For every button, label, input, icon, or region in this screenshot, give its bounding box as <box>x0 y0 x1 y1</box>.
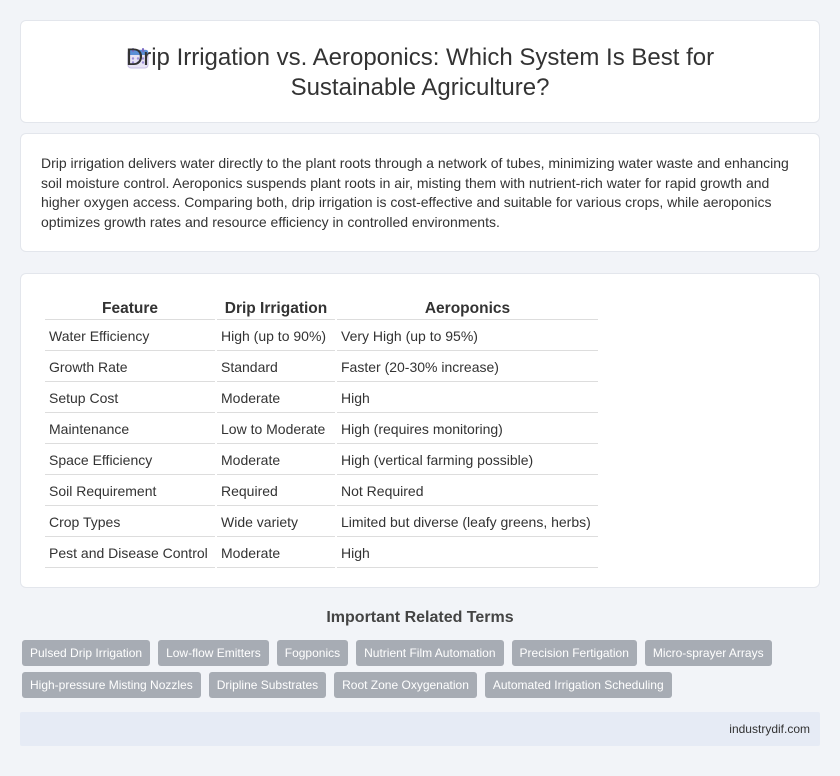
related-term-tag[interactable]: Root Zone Oxygenation <box>334 672 477 698</box>
table-cell-feature: Space Efficiency <box>45 446 215 475</box>
table-cell-drip: Moderate <box>217 446 335 475</box>
table-row: Water Efficiency High (up to 90%) Very H… <box>45 322 598 351</box>
table-cell-aeroponics: Not Required <box>337 477 598 506</box>
related-terms-heading: Important Related Terms <box>326 609 514 626</box>
table-cell-feature: Soil Requirement <box>45 477 215 506</box>
table-row: Maintenance Low to Moderate High (requir… <box>45 415 598 444</box>
table-cell-aeroponics: Faster (20-30% increase) <box>337 353 598 382</box>
table-cell-feature: Maintenance <box>45 415 215 444</box>
intro-paragraph: Drip irrigation delivers water directly … <box>41 155 789 230</box>
column-header-aeroponics: Aeroponics <box>337 298 598 320</box>
table-row: Crop Types Wide variety Limited but dive… <box>45 508 598 537</box>
table-cell-drip: High (up to 90%) <box>217 322 335 351</box>
table-cell-aeroponics: High (requires monitoring) <box>337 415 598 444</box>
table-cell-feature: Water Efficiency <box>45 322 215 351</box>
column-header-feature: Feature <box>45 298 215 320</box>
related-term-tag[interactable]: Fogponics <box>276 640 349 666</box>
table-row: Growth Rate Standard Faster (20-30% incr… <box>45 353 598 382</box>
table-cell-feature: Pest and Disease Control <box>45 539 215 568</box>
related-term-tag[interactable]: Dripline Substrates <box>208 672 327 698</box>
table-cell-aeroponics: High <box>337 384 598 413</box>
table-cell-drip: Wide variety <box>217 508 335 537</box>
comparison-table: Feature Drip Irrigation Aeroponics Water… <box>43 296 600 570</box>
related-term-tag[interactable]: Low-flow Emitters <box>158 640 269 666</box>
column-header-drip-irrigation: Drip Irrigation <box>217 298 335 320</box>
table-cell-feature: Growth Rate <box>45 353 215 382</box>
footer-bar: industrydif.com <box>20 712 820 746</box>
table-cell-drip: Required <box>217 477 335 506</box>
page-title: Drip Irrigation vs. Aeroponics: Which Sy… <box>125 44 715 101</box>
title-card: Drip Irrigation vs. Aeroponics: Which Sy… <box>20 20 820 123</box>
related-term-tag[interactable]: Automated Irrigation Scheduling <box>484 672 672 698</box>
table-cell-drip: Low to Moderate <box>217 415 335 444</box>
table-cell-aeroponics: Limited but diverse (leafy greens, herbs… <box>337 508 598 537</box>
table-cell-drip: Moderate <box>217 539 335 568</box>
related-term-tag[interactable]: Precision Fertigation <box>511 640 637 666</box>
related-term-tag[interactable]: Micro-sprayer Arrays <box>644 640 772 666</box>
table-cell-aeroponics: Very High (up to 95%) <box>337 322 598 351</box>
related-term-tag[interactable]: Nutrient Film Automation <box>356 640 504 666</box>
related-terms-list: Pulsed Drip Irrigation Low-flow Emitters… <box>22 640 802 698</box>
table-cell-feature: Crop Types <box>45 508 215 537</box>
table-cell-aeroponics: High (vertical farming possible) <box>337 446 598 475</box>
related-term-tag[interactable]: High-pressure Misting Nozzles <box>22 672 201 698</box>
table-row: Soil Requirement Required Not Required <box>45 477 598 506</box>
table-cell-aeroponics: High <box>337 539 598 568</box>
table-cell-drip: Moderate <box>217 384 335 413</box>
comparison-card: Feature Drip Irrigation Aeroponics Water… <box>20 273 820 588</box>
table-cell-feature: Setup Cost <box>45 384 215 413</box>
table-row: Setup Cost Moderate High <box>45 384 598 413</box>
intro-card: Drip irrigation delivers water directly … <box>20 133 820 252</box>
table-row: Pest and Disease Control Moderate High <box>45 539 598 568</box>
related-term-tag[interactable]: Pulsed Drip Irrigation <box>22 640 151 666</box>
footer-site-link[interactable]: industrydif.com <box>729 722 810 736</box>
table-header-row: Feature Drip Irrigation Aeroponics <box>45 298 598 320</box>
table-cell-drip: Standard <box>217 353 335 382</box>
table-row: Space Efficiency Moderate High (vertical… <box>45 446 598 475</box>
